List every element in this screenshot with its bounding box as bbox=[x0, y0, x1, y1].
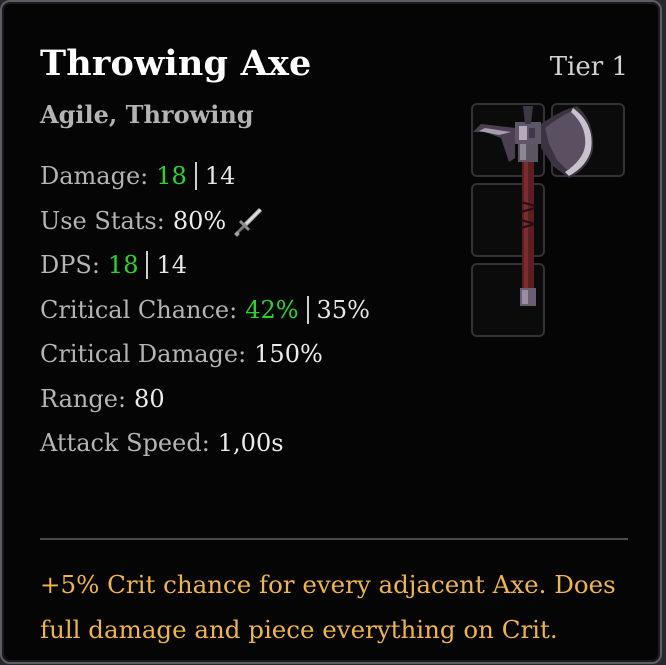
stats-list: Damage: 18 14 Use Stats: 80% DPS: 18 14 … bbox=[40, 154, 370, 466]
stat-base-value: 14 bbox=[156, 251, 188, 280]
effect-line: full damage and piece everything on Crit… bbox=[40, 615, 558, 644]
item-effect-text: +5% Crit chance for every adjacent Axe. … bbox=[40, 562, 640, 652]
stat-attack-speed: Attack Speed: 1,00s bbox=[40, 421, 370, 466]
stat-label: Critical Chance: bbox=[40, 295, 238, 324]
stat-separator bbox=[146, 251, 149, 280]
stat-use-stats: Use Stats: 80% bbox=[40, 199, 370, 244]
stat-label: Damage: bbox=[40, 162, 149, 191]
stat-value: 42% bbox=[245, 295, 299, 324]
item-title: Throwing Axe bbox=[40, 43, 312, 84]
stat-critical-damage: Critical Damage: 150% bbox=[40, 332, 370, 377]
stat-base-value: 14 bbox=[204, 162, 236, 191]
sword-icon bbox=[232, 204, 266, 238]
stat-damage: Damage: 18 14 bbox=[40, 154, 370, 199]
stat-dps: DPS: 18 14 bbox=[40, 243, 370, 288]
stat-value: 80% bbox=[172, 206, 227, 235]
stat-separator bbox=[194, 162, 197, 191]
item-tags: Agile, Throwing bbox=[40, 100, 254, 129]
stat-label: Critical Damage: bbox=[40, 340, 247, 369]
divider bbox=[40, 538, 628, 540]
stat-value: 1,00s bbox=[217, 429, 284, 458]
stat-label: Use Stats: bbox=[40, 206, 165, 235]
stat-label: Range: bbox=[40, 384, 127, 413]
stat-label: DPS: bbox=[40, 251, 100, 280]
stat-range: Range: 80 bbox=[40, 377, 370, 422]
stat-value: 18 bbox=[107, 251, 139, 280]
stat-label: Attack Speed: bbox=[40, 429, 210, 458]
item-tier: Tier 1 bbox=[549, 52, 628, 82]
item-tooltip: Throwing Axe Tier 1 Agile, Throwing Dama… bbox=[0, 0, 662, 664]
throwing-axe-icon bbox=[471, 102, 631, 317]
stat-value: 150% bbox=[254, 340, 323, 369]
stat-base-value: 35% bbox=[316, 295, 370, 324]
stat-value: 18 bbox=[156, 162, 187, 191]
stat-separator bbox=[306, 295, 309, 324]
stat-value: 80 bbox=[134, 384, 165, 413]
stat-critical-chance: Critical Chance: 42% 35% bbox=[40, 288, 370, 333]
effect-line: +5% Crit chance for every adjacent Axe. … bbox=[40, 570, 616, 599]
